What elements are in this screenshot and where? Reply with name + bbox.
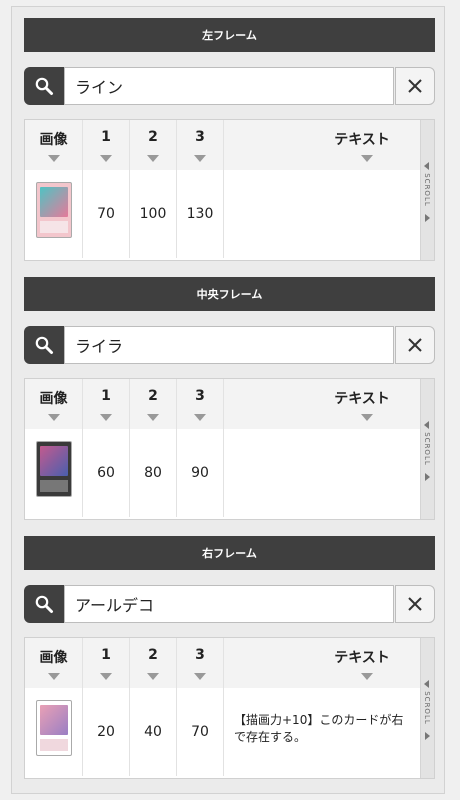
search-input[interactable] [64,67,394,105]
scroll-down-icon [425,214,430,222]
search-bar [24,585,435,623]
value-1: 60 [97,465,115,481]
sort-arrow-icon [47,414,60,421]
card-text [234,453,414,493]
section-header: 左フレーム [24,18,435,52]
value-3: 130 [186,206,214,222]
close-icon [408,79,422,93]
card-thumbnail[interactable] [36,182,72,238]
scroll-label: SCROLL [423,173,431,207]
sort-arrow-icon [100,414,112,421]
sort-arrow-icon [194,155,206,162]
search-icon [35,77,53,95]
value-1: 20 [97,724,115,740]
search-input[interactable] [64,585,394,623]
card-thumbnail[interactable] [36,700,72,756]
sort-arrow-icon [194,673,206,680]
sort-arrow-icon [361,414,373,421]
section-header: 中央フレーム [24,277,435,311]
sort-arrow-icon [147,155,159,162]
results-table: 画像 1 2 3 テキスト 20 40 70 【描画力+10】このカードが右で存… [24,637,435,779]
column-header-2[interactable]: 2 [130,120,177,170]
search-icon [35,336,53,354]
clear-button[interactable] [395,585,435,623]
column-header-3[interactable]: 3 [177,638,224,688]
table-header-row: 画像 1 2 3 テキスト [25,638,421,689]
search-bar [24,326,435,364]
sort-arrow-icon [47,155,60,162]
search-icon [35,595,53,613]
clear-button[interactable] [395,67,435,105]
table-row[interactable]: 20 40 70 【描画力+10】このカードが右で存在する。 [25,688,421,776]
column-header-text[interactable]: テキスト [224,120,421,170]
section-header: 右フレーム [24,536,435,570]
sort-arrow-icon [147,414,159,421]
search-button[interactable] [24,67,64,105]
scroll-label: SCROLL [423,691,431,725]
sort-arrow-icon [194,414,206,421]
scroll-up-icon [424,421,429,429]
card-thumbnail[interactable] [36,441,72,497]
column-header-image[interactable]: 画像 [25,379,83,429]
column-header-image[interactable]: 画像 [25,120,83,170]
horizontal-scroll-handle[interactable]: SCROLL [420,638,434,778]
column-header-1[interactable]: 1 [83,379,130,429]
card-text: 【描画力+10】このカードが右で存在する。 [234,713,404,744]
column-header-3[interactable]: 3 [177,120,224,170]
column-header-1[interactable]: 1 [83,638,130,688]
column-header-text[interactable]: テキスト [224,379,421,429]
sort-arrow-icon [100,673,112,680]
sort-arrow-icon [361,673,373,680]
search-button[interactable] [24,585,64,623]
value-1: 70 [97,206,115,222]
column-header-2[interactable]: 2 [130,379,177,429]
value-2: 40 [144,724,162,740]
column-header-image[interactable]: 画像 [25,638,83,688]
scroll-up-icon [424,680,429,688]
scroll-down-icon [425,732,430,740]
sort-arrow-icon [147,673,159,680]
search-button[interactable] [24,326,64,364]
sort-arrow-icon [47,673,60,680]
sort-arrow-icon [100,155,112,162]
card-text [234,194,414,234]
results-table: 画像 1 2 3 テキスト 60 80 90 SCROLL [24,378,435,520]
table-row[interactable]: 60 80 90 [25,429,421,517]
column-header-3[interactable]: 3 [177,379,224,429]
column-header-2[interactable]: 2 [130,638,177,688]
column-header-text[interactable]: テキスト [224,638,421,688]
scroll-label: SCROLL [423,432,431,466]
value-2: 100 [139,206,167,222]
scroll-up-icon [424,162,429,170]
column-header-1[interactable]: 1 [83,120,130,170]
value-3: 90 [191,465,209,481]
search-bar [24,67,435,105]
table-row[interactable]: 70 100 130 [25,170,421,258]
close-icon [408,597,422,611]
frame-selector-panel: 左フレーム 画像 1 2 3 テキスト [11,6,445,794]
value-2: 80 [144,465,162,481]
horizontal-scroll-handle[interactable]: SCROLL [420,379,434,519]
results-table: 画像 1 2 3 テキスト 70 100 130 SCROLL [24,119,435,261]
clear-button[interactable] [395,326,435,364]
sort-arrow-icon [361,155,373,162]
value-3: 70 [191,724,209,740]
table-header-row: 画像 1 2 3 テキスト [25,379,421,430]
horizontal-scroll-handle[interactable]: SCROLL [420,120,434,260]
scroll-down-icon [425,473,430,481]
table-header-row: 画像 1 2 3 テキスト [25,120,421,171]
close-icon [408,338,422,352]
search-input[interactable] [64,326,394,364]
